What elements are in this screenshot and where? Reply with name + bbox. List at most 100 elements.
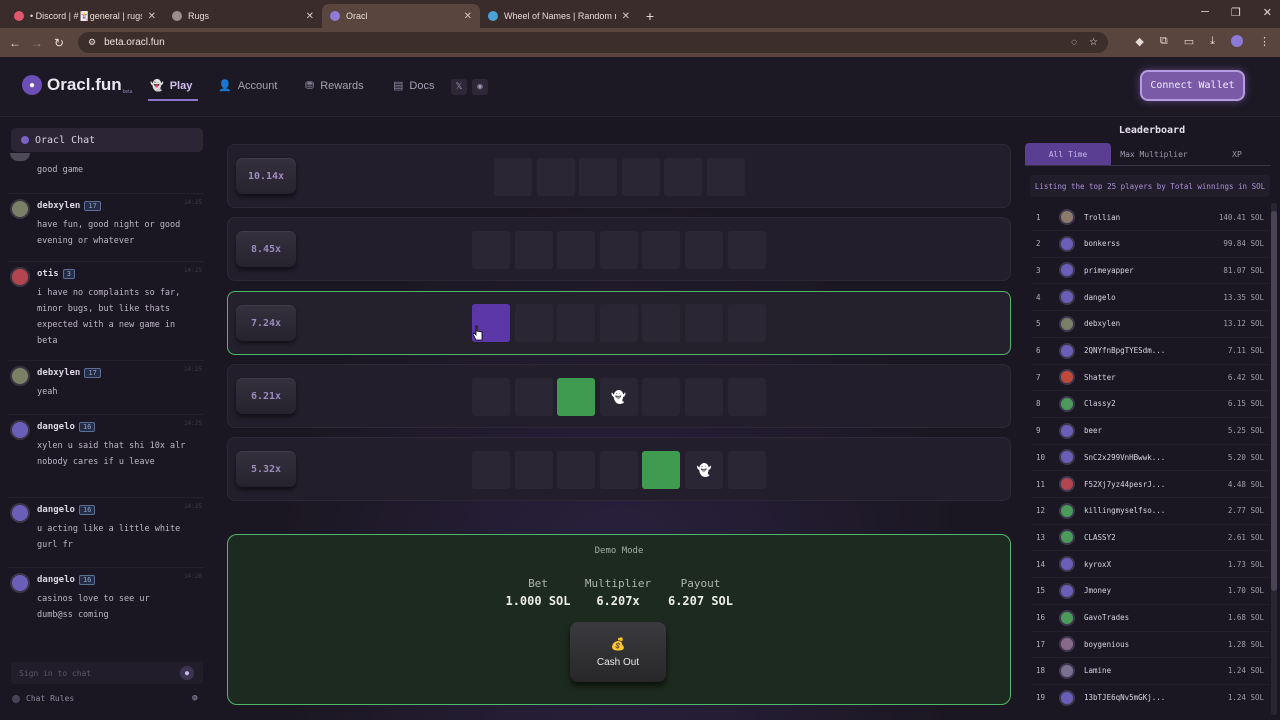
tile[interactable] xyxy=(727,378,766,416)
restore-icon[interactable]: ❐ xyxy=(1231,6,1241,19)
leaderboard-row[interactable]: 13 CLASSY2 2.61 SOL xyxy=(1024,524,1272,550)
tile[interactable] xyxy=(707,158,745,196)
chat-username[interactable]: otis 3 xyxy=(37,269,75,279)
tile[interactable] xyxy=(494,158,532,196)
tile[interactable] xyxy=(472,451,510,489)
ghost-tile[interactable]: 👻 xyxy=(599,378,638,416)
nav-rewards[interactable]: ⛃ Rewards xyxy=(305,79,364,93)
tile[interactable] xyxy=(599,304,638,342)
menu-icon[interactable]: ⋮ xyxy=(1259,35,1270,48)
bookmark-star-icon[interactable]: ☆ xyxy=(1089,37,1098,48)
avatar[interactable] xyxy=(10,199,30,219)
leaderboard-row[interactable]: 17 boygenious 1.28 SOL xyxy=(1024,631,1272,657)
green-tile[interactable] xyxy=(642,451,681,489)
leaderboard-row[interactable]: 19 13bTJE6qNv5mGKj... 1.24 SOL xyxy=(1024,685,1272,711)
nav-account[interactable]: 👤 Account xyxy=(218,79,277,93)
leaderboard-row[interactable]: 8 Classy2 6.15 SOL xyxy=(1024,391,1272,417)
leaderboard-row[interactable]: 18 Lamine 1.24 SOL xyxy=(1024,658,1272,684)
tile[interactable] xyxy=(557,451,596,489)
tab-close-icon[interactable]: ✕ xyxy=(306,11,314,22)
send-icon[interactable]: ● xyxy=(180,666,194,680)
avatar[interactable] xyxy=(10,366,30,386)
scrollbar-thumb[interactable] xyxy=(1271,211,1277,591)
leaderboard-tab-max-multiplier[interactable]: Max Multiplier xyxy=(1111,143,1197,165)
tab-close-icon[interactable]: ✕ xyxy=(148,11,156,22)
chat-username[interactable]: dangelo 16 xyxy=(37,505,96,515)
tab-close-icon[interactable]: ✕ xyxy=(622,11,630,22)
browser-tab[interactable]: Wheel of Names | Random nam ✕ xyxy=(480,4,638,28)
minimize-icon[interactable]: ─ xyxy=(1201,6,1209,19)
leaderboard-row[interactable]: 15 Jmoney 1.70 SOL xyxy=(1024,578,1272,604)
nav-play[interactable]: 👻 Play xyxy=(150,79,192,93)
green-tile[interactable] xyxy=(557,378,596,416)
tile[interactable] xyxy=(599,451,638,489)
avatar[interactable] xyxy=(10,267,30,287)
leaderboard-row[interactable]: 14 kyroxX 1.73 SOL xyxy=(1024,551,1272,577)
x-twitter-icon[interactable]: 𝕏 xyxy=(451,79,467,95)
tile[interactable] xyxy=(514,304,553,342)
download-icon[interactable]: ⤓ xyxy=(1210,35,1215,48)
site-info-icon[interactable]: ⚙ xyxy=(88,37,96,48)
tab-close-icon[interactable]: ✕ xyxy=(464,11,472,22)
leaderboard-tab-all-time[interactable]: All Time xyxy=(1025,143,1111,165)
avatar[interactable] xyxy=(10,153,30,161)
leaderboard-row[interactable]: 7 Shatter 6.42 SOL xyxy=(1024,364,1272,390)
back-icon[interactable]: ← xyxy=(4,36,26,50)
tile[interactable] xyxy=(685,378,723,416)
address-bar[interactable]: ⚙ beta.oracl.fun ◌ ☆ xyxy=(78,32,1108,53)
chat-username[interactable]: debxylen 17 xyxy=(37,368,101,378)
new-tab-button[interactable]: + xyxy=(638,4,662,28)
tile[interactable] xyxy=(621,158,660,196)
logo[interactable]: ● Oracl.fun beta xyxy=(22,75,132,95)
tile[interactable] xyxy=(514,451,553,489)
chat-input[interactable]: Sign in to chat xyxy=(11,662,203,684)
chat-rules-link[interactable]: Chat Rules xyxy=(12,694,74,703)
tile[interactable] xyxy=(642,304,681,342)
tile[interactable] xyxy=(536,158,575,196)
tile[interactable] xyxy=(685,231,723,269)
tile[interactable] xyxy=(727,231,766,269)
tile[interactable] xyxy=(664,158,703,196)
leaderboard-row[interactable]: 12 killingmyselfso... 2.77 SOL xyxy=(1024,498,1272,524)
tile[interactable] xyxy=(514,231,553,269)
browser-tab[interactable]: • Discord | #🃏general | rugs. ✕ xyxy=(6,4,164,28)
profile-avatar[interactable] xyxy=(1231,35,1243,47)
leaderboard-row[interactable]: 1 Trollian 140.41 SOL xyxy=(1024,204,1272,230)
tile[interactable] xyxy=(685,304,723,342)
leaderboard-row[interactable]: 9 beer 5.25 SOL xyxy=(1024,418,1272,444)
discord-icon[interactable]: ◉ xyxy=(472,79,488,95)
chat-username[interactable]: debxylen 17 xyxy=(37,201,101,211)
browser-tab[interactable]: Rugs ✕ xyxy=(164,4,322,28)
avatar[interactable] xyxy=(10,420,30,440)
tile[interactable] xyxy=(642,231,681,269)
ghost-tile[interactable]: 👻 xyxy=(685,451,723,489)
leaderboard-row[interactable]: 3 primeyapper 81.07 SOL xyxy=(1024,257,1272,283)
eye-off-icon[interactable]: ◌ xyxy=(1071,37,1077,48)
tile[interactable] xyxy=(557,231,596,269)
forward-icon[interactable]: → xyxy=(26,36,48,50)
tile[interactable] xyxy=(472,231,510,269)
tile[interactable] xyxy=(727,304,766,342)
leaderboard-row[interactable]: 4 dangelo 13.35 SOL xyxy=(1024,284,1272,310)
leaderboard-row[interactable]: 10 SnC2x299VnHBwwk... 5.20 SOL xyxy=(1024,444,1272,470)
tile[interactable] xyxy=(472,378,510,416)
tile[interactable] xyxy=(642,378,681,416)
chat-username[interactable]: dangelo 16 xyxy=(37,422,96,432)
tile[interactable] xyxy=(557,304,596,342)
close-window-icon[interactable]: ✕ xyxy=(1263,6,1272,19)
cash-out-button[interactable]: 💰 Cash Out xyxy=(570,622,666,682)
chat-bubble-icon[interactable]: ◍ xyxy=(192,693,197,703)
tile[interactable] xyxy=(727,451,766,489)
puzzle-icon[interactable]: ⧉ xyxy=(1160,35,1168,48)
extension-icon[interactable]: ◆ xyxy=(1135,35,1143,48)
nav-docs[interactable]: ▤ Docs xyxy=(393,79,434,93)
tile[interactable] xyxy=(599,231,638,269)
tile[interactable] xyxy=(514,378,553,416)
chat-username[interactable]: dangelo 16 xyxy=(37,575,96,585)
leaderboard-row[interactable]: 16 GavoTrades 1.68 SOL xyxy=(1024,605,1272,631)
leaderboard-row[interactable]: 5 debxylen 13.12 SOL xyxy=(1024,311,1272,337)
leaderboard-scrollbar[interactable] xyxy=(1271,203,1277,715)
avatar[interactable] xyxy=(10,503,30,523)
sidebar-icon[interactable]: ▭ xyxy=(1184,35,1194,48)
leaderboard-tab-xp[interactable]: XP xyxy=(1197,143,1277,165)
